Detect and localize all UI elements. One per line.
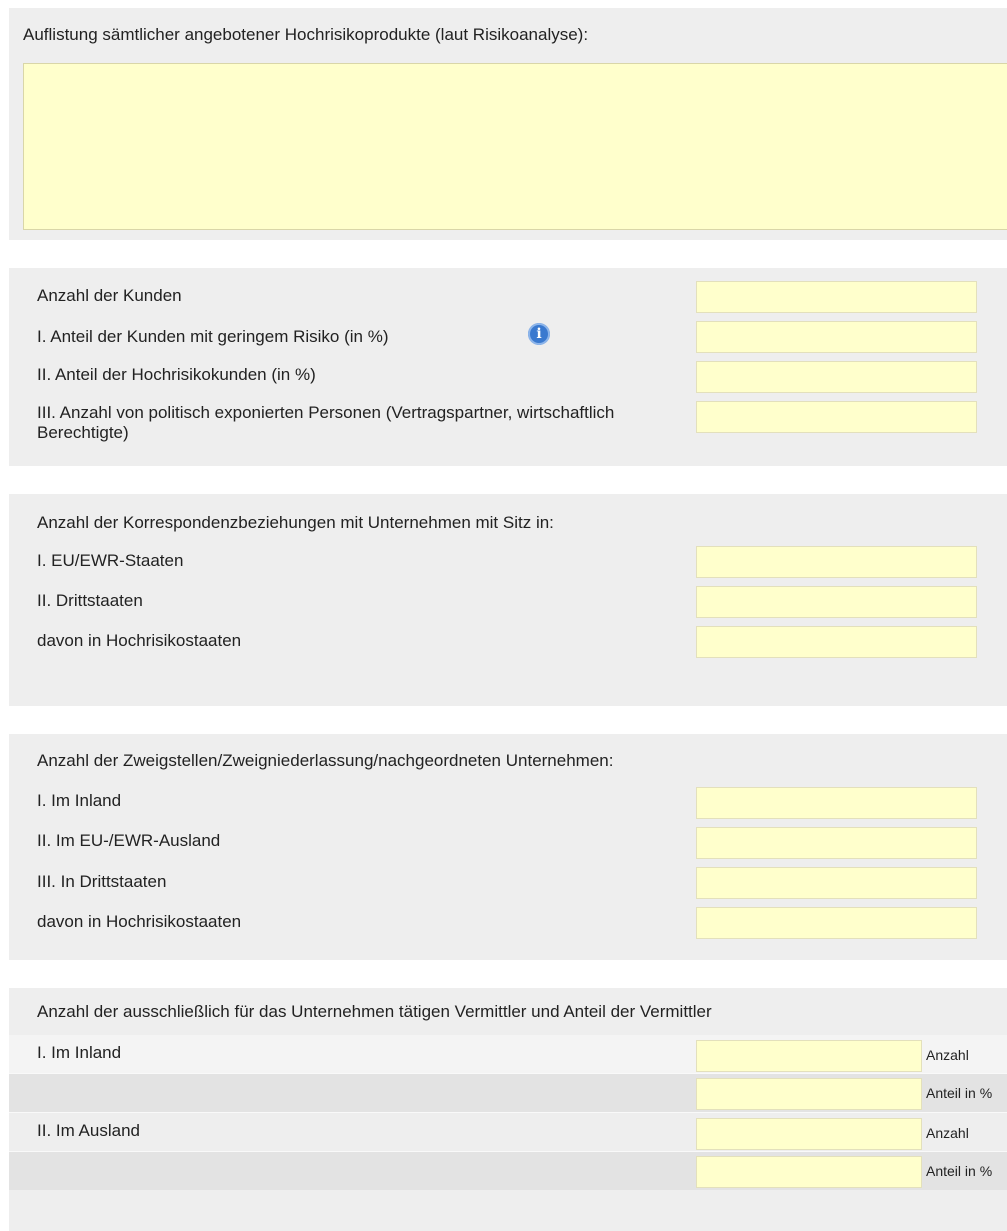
branches-section: Anzahl der Zweigstellen/Zweigniederlassu… — [9, 734, 1007, 960]
intermediaries-row: Anteil in % — [9, 1152, 1007, 1190]
intermediaries-domestic-count-unit: Anzahl — [926, 1047, 969, 1063]
intermediaries-domestic-share-unit: Anteil in % — [926, 1085, 993, 1101]
intermediaries-abroad-label: II. Im Ausland — [37, 1121, 140, 1140]
intermediaries-row: II. Im Ausland Anzahl — [9, 1113, 1007, 1151]
intermediaries-abroad-count-unit: Anzahl — [926, 1125, 969, 1141]
third-countries-label: II. Drittstaaten — [37, 591, 143, 610]
branches-eu-label: II. Im EU-/EWR-Ausland — [37, 831, 221, 850]
intermediaries-abroad-share-input[interactable] — [696, 1156, 922, 1188]
branches-high-risk-label: davon in Hochrisikostaaten — [37, 912, 242, 931]
products-section: Auflistung sämtlicher angebotener Hochri… — [9, 8, 1007, 240]
high-risk-share-input[interactable] — [696, 361, 977, 393]
intermediaries-domestic-share-input[interactable] — [696, 1078, 922, 1110]
low-risk-share-input[interactable] — [696, 321, 977, 353]
correspondent-high-risk-label: davon in Hochrisikostaaten — [37, 631, 242, 650]
branches-domestic-label: I. Im Inland — [37, 791, 122, 810]
branches-third-countries-label: III. In Drittstaaten — [37, 872, 167, 891]
branches-high-risk-input[interactable] — [696, 907, 977, 939]
intermediaries-row: Anteil in % — [9, 1074, 1007, 1112]
products-textarea[interactable] — [23, 63, 1007, 230]
high-risk-share-label: II. Anteil der Hochrisikokunden (in %) — [37, 365, 316, 384]
correspondent-high-risk-input[interactable] — [696, 626, 977, 658]
intermediaries-row: I. Im Inland Anzahl — [9, 1035, 1007, 1073]
intermediaries-domestic-label: I. Im Inland — [37, 1043, 122, 1062]
pep-count-input[interactable] — [696, 401, 977, 433]
branches-domestic-input[interactable] — [696, 787, 977, 819]
intermediaries-abroad-share-unit: Anteil in % — [926, 1163, 993, 1179]
customer-count-input[interactable] — [696, 281, 977, 313]
products-label: Auflistung sämtlicher angebotener Hochri… — [23, 25, 589, 44]
branches-third-countries-input[interactable] — [696, 867, 977, 899]
info-icon[interactable]: i — [528, 323, 550, 345]
third-countries-input[interactable] — [696, 586, 977, 618]
eu-eea-states-label: I. EU/EWR-Staaten — [37, 551, 184, 570]
customers-section: Anzahl der Kunden I. Anteil der Kunden m… — [9, 268, 1007, 466]
intermediaries-abroad-count-input[interactable] — [696, 1118, 922, 1150]
branches-heading: Anzahl der Zweigstellen/Zweigniederlassu… — [37, 751, 614, 770]
intermediaries-domestic-count-input[interactable] — [696, 1040, 922, 1072]
correspondent-heading: Anzahl der Korrespondenzbeziehungen mit … — [37, 513, 554, 532]
eu-eea-states-input[interactable] — [696, 546, 977, 578]
pep-count-label: III. Anzahl von politisch exponierten Pe… — [37, 403, 615, 442]
customer-count-label: Anzahl der Kunden — [37, 286, 182, 305]
intermediaries-heading: Anzahl der ausschließlich für das Untern… — [37, 1002, 712, 1021]
correspondent-section: Anzahl der Korrespondenzbeziehungen mit … — [9, 494, 1007, 706]
intermediaries-section: Anzahl der ausschließlich für das Untern… — [9, 988, 1007, 1231]
branches-eu-input[interactable] — [696, 827, 977, 859]
low-risk-share-label: I. Anteil der Kunden mit geringem Risiko… — [37, 327, 389, 346]
